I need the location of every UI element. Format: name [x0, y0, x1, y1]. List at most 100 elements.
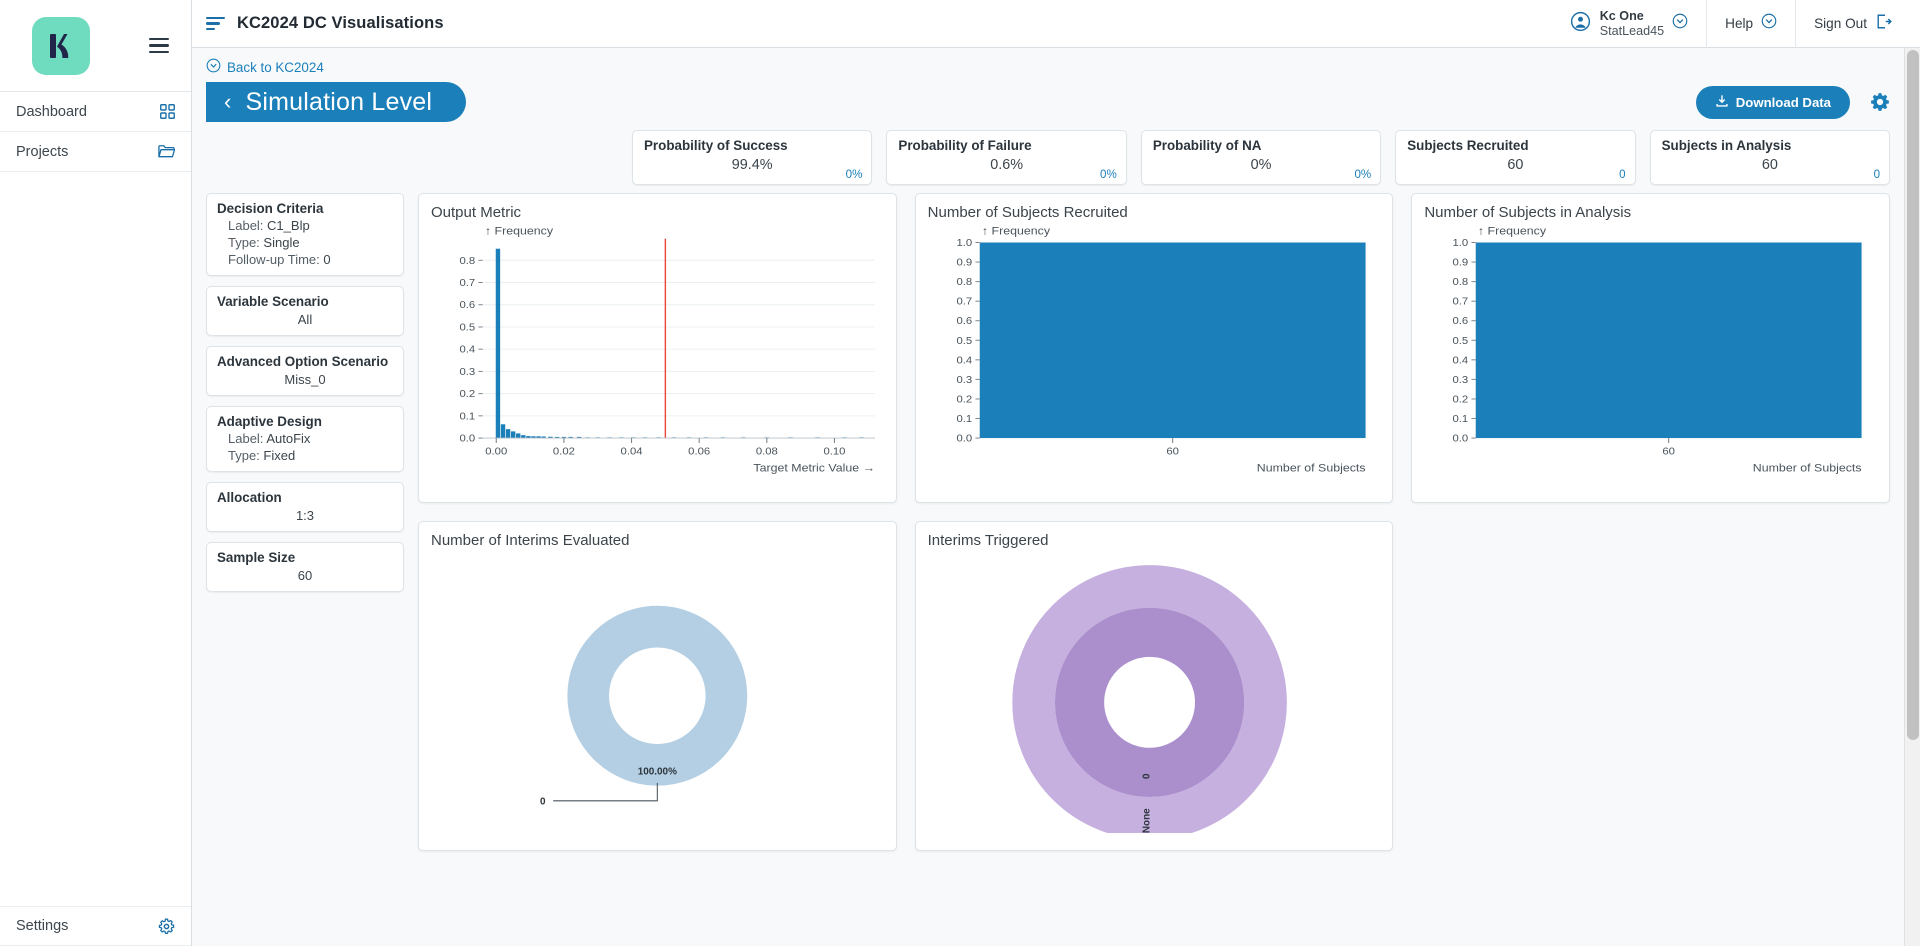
help-menu[interactable]: Help	[1706, 0, 1795, 48]
svg-text:0.08: 0.08	[756, 446, 778, 457]
info-value: C1_Blp	[267, 218, 310, 233]
user-identity: Kc One StatLead45	[1600, 9, 1664, 39]
level-bar: ‹ Simulation Level Download Data	[192, 80, 1904, 124]
sign-out-button[interactable]: Sign Out	[1795, 0, 1910, 48]
svg-text:0.10: 0.10	[823, 446, 845, 457]
vertical-scrollbar[interactable]	[1904, 48, 1920, 946]
sidebar-logo-row	[0, 0, 191, 92]
stat-value: 60	[1507, 157, 1524, 173]
stat-subvalue: 0	[1619, 168, 1626, 181]
stat-card-subjects-in-analysis: Subjects in Analysis 60 0	[1649, 130, 1891, 185]
info-card-title: Allocation	[217, 490, 282, 505]
sidebar-item-projects[interactable]: Projects	[0, 132, 191, 172]
info-card-advanced-option-scenario: Advanced Option Scenario Miss_0	[206, 346, 404, 396]
level-label: Simulation Level	[245, 87, 433, 116]
charts-row-2: Number of Interims Evaluated 100.00% 0 In…	[418, 521, 1394, 851]
stat-title: Subjects Recruited	[1407, 138, 1529, 153]
info-row: Label: C1_Blp	[217, 218, 393, 233]
scrollbar-thumb[interactable]	[1907, 50, 1919, 740]
chart-card-interims-evaluated: Number of Interims Evaluated 100.00% 0	[418, 521, 897, 851]
chevron-down-icon[interactable]	[1761, 13, 1777, 34]
svg-text:0.4: 0.4	[1453, 355, 1469, 366]
svg-text:Number of Subjects: Number of Subjects	[1256, 461, 1365, 474]
stat-value: 0.6%	[990, 157, 1024, 173]
circle-chevron-down-icon	[206, 58, 221, 76]
simulation-level-back-button[interactable]: ‹ Simulation Level	[206, 82, 467, 122]
svg-text:0.5: 0.5	[459, 322, 475, 333]
svg-text:None: None	[1141, 808, 1152, 833]
svg-text:0.7: 0.7	[459, 277, 475, 288]
stat-title: Subjects in Analysis	[1661, 138, 1792, 153]
svg-text:Target Metric Value →: Target Metric Value →	[753, 461, 875, 474]
stat-value: 99.4%	[731, 157, 773, 173]
plot-subjects-recruited[interactable]: ↑ Frequency 0.0 0.1 0.2 0.3 0.4 0.5 0.6 0.7 0.8 0.…	[928, 221, 1381, 485]
grid-icon	[160, 104, 175, 119]
svg-text:↑ Frequency: ↑ Frequency	[485, 224, 553, 237]
svg-text:0.8: 0.8	[956, 277, 972, 288]
chart-card-output-metric: Output Metric ↑ Frequency 0.0 0.1 0.2 0.3 0.4…	[418, 193, 897, 503]
info-panel-column: Decision Criteria Label: C1_Blp Type: Si…	[206, 193, 418, 869]
app-logo[interactable]	[32, 16, 90, 75]
svg-text:0.7: 0.7	[956, 296, 972, 307]
user-role: StatLead45	[1599, 23, 1665, 38]
info-key: Label:	[228, 431, 264, 446]
sidebar-toggle-button[interactable]	[149, 37, 169, 54]
chart-card-subjects-recruited: Number of Subjects Recruited ↑ Frequency…	[914, 193, 1394, 503]
chart-card-subjects-in-analysis: Number of Subjects in Analysis ↑ Frequen…	[1411, 193, 1891, 503]
info-value: All	[297, 312, 313, 327]
user-name: Kc One	[1599, 8, 1644, 23]
user-circle-icon	[1570, 11, 1591, 37]
sidebar-item-label: Projects	[16, 143, 69, 160]
stat-card-probability-of-success: Probability of Success 99.4% 0%	[632, 130, 873, 185]
info-value: 60	[297, 568, 313, 583]
plot-interims-evaluated[interactable]: 100.00% 0	[431, 549, 884, 833]
info-card-allocation: Allocation 1:3	[206, 482, 404, 532]
svg-text:0.4: 0.4	[956, 355, 972, 366]
svg-text:0.02: 0.02	[553, 446, 575, 457]
info-key: Type:	[228, 448, 260, 463]
chevron-down-icon[interactable]	[1672, 13, 1688, 34]
svg-text:↑ Frequency: ↑ Frequency	[1478, 224, 1546, 237]
plot-output-metric[interactable]: ↑ Frequency 0.0 0.1 0.2 0.3 0.4 0.5 0.6 0.7 0.8 0.…	[431, 221, 884, 485]
info-value: Single	[263, 235, 300, 250]
chart-title: Output Metric	[431, 204, 522, 221]
info-row: Type: Fixed	[217, 448, 393, 463]
sidebar-item-dashboard[interactable]: Dashboard	[0, 92, 191, 132]
info-value: 1:3	[295, 508, 315, 523]
stat-value: 0%	[1250, 157, 1272, 173]
info-key: Type:	[228, 235, 260, 250]
stat-subvalue: 0%	[845, 168, 863, 181]
download-data-button[interactable]: Download Data	[1695, 85, 1850, 119]
svg-text:0.7: 0.7	[1453, 296, 1469, 307]
info-key: Label:	[228, 218, 264, 233]
svg-text:60: 60	[1166, 446, 1179, 457]
info-card-sample-size: Sample Size 60	[206, 542, 404, 592]
info-value: 0	[323, 252, 331, 267]
svg-text:0.1: 0.1	[459, 411, 475, 422]
user-menu[interactable]: Kc One StatLead45	[1552, 0, 1706, 48]
info-card-title: Advanced Option Scenario	[217, 354, 389, 369]
download-data-label: Download Data	[1735, 94, 1831, 110]
sign-out-icon	[1875, 13, 1892, 35]
svg-text:0.04: 0.04	[621, 446, 643, 457]
plot-interims-triggered[interactable]: 0 None	[928, 549, 1381, 833]
svg-text:0.3: 0.3	[459, 366, 475, 377]
download-icon	[1715, 94, 1729, 111]
info-card-title: Adaptive Design	[217, 414, 322, 429]
dashboard-settings-button[interactable]	[1870, 92, 1890, 112]
svg-text:↑ Frequency: ↑ Frequency	[982, 224, 1050, 237]
charts-row-1: Output Metric ↑ Frequency 0.0 0.1 0.2 0.3 0.4…	[418, 193, 1891, 503]
breadcrumb[interactable]: Back to KC2024	[192, 48, 1904, 80]
svg-text:0.0: 0.0	[956, 433, 972, 444]
stat-subvalue: 0%	[1354, 168, 1372, 181]
stat-card-subjects-recruited: Subjects Recruited 60 0	[1395, 130, 1636, 185]
svg-text:0.3: 0.3	[956, 374, 972, 385]
sort-lines-icon[interactable]	[206, 16, 225, 31]
svg-text:0.2: 0.2	[1453, 394, 1469, 405]
sidebar-item-settings[interactable]: Settings	[0, 906, 191, 946]
plot-subjects-in-analysis[interactable]: ↑ Frequency 0.0 0.1 0.2 0.3 0.4 0.5 0.6 0.7 0.8 0.…	[1424, 221, 1877, 485]
svg-text:Number of Subjects: Number of Subjects	[1753, 461, 1862, 474]
svg-text:0.1: 0.1	[1453, 413, 1469, 424]
gear-icon	[158, 918, 175, 935]
help-label: Help	[1725, 16, 1754, 31]
